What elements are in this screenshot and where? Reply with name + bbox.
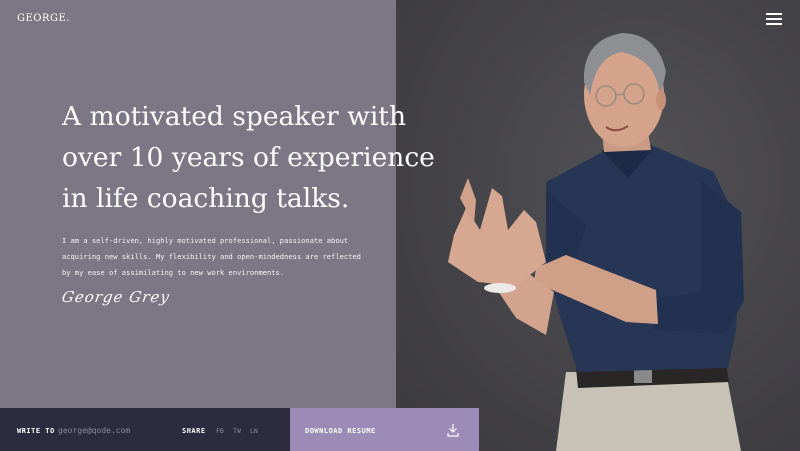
share-label: SHARE [182, 427, 206, 435]
site-logo[interactable]: GEORGE. [17, 13, 70, 24]
hero-bio: I am a self-driven, highly motivated pro… [62, 236, 361, 277]
portrait-panel [396, 0, 800, 451]
share-facebook-link[interactable]: FB [216, 427, 224, 435]
download-resume-button[interactable]: DOWNLOAD RESUME [290, 408, 479, 451]
write-to-label: WRITE TO [17, 427, 55, 435]
hero-headline: A motivated speaker with over 10 years o… [62, 101, 435, 214]
share-twitter-link[interactable]: TW [233, 427, 241, 435]
hamburger-menu-icon[interactable] [766, 13, 782, 25]
share-linkedin-link[interactable]: LN [250, 427, 258, 435]
download-resume-label: DOWNLOAD RESUME [305, 427, 376, 435]
email-link[interactable]: george@qode.com [58, 426, 130, 435]
download-icon [447, 424, 459, 437]
signature-image: George Grey [60, 288, 172, 306]
speaker-portrait [448, 33, 744, 451]
